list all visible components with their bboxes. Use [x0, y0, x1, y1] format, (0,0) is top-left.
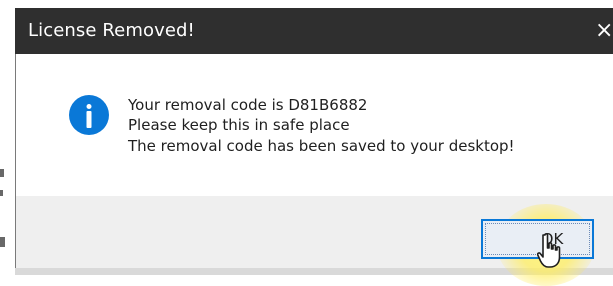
ok-button[interactable]: OK [481, 219, 594, 259]
desktop-artifact [0, 190, 3, 196]
desktop-artifact [0, 169, 4, 177]
close-icon: × [595, 18, 613, 43]
license-removed-dialog: License Removed! × Your removal code is … [0, 0, 613, 286]
ok-focus-outline [485, 223, 590, 255]
saved-desktop-message: The removal code has been saved to your … [128, 137, 515, 155]
safe-place-message: Please keep this in safe place [128, 116, 350, 134]
dialog-title: License Removed! [28, 20, 195, 41]
close-button[interactable]: × [595, 8, 613, 54]
desktop-background-strip [0, 0, 15, 275]
dialog-titlebar[interactable]: License Removed! × [15, 8, 613, 54]
info-icon [69, 95, 109, 135]
dialog-bottom-border [15, 268, 613, 275]
desktop-artifact [0, 237, 5, 247]
removal-code-message: Your removal code is D81B6882 [128, 96, 368, 114]
ok-button-label: OK [541, 230, 564, 248]
